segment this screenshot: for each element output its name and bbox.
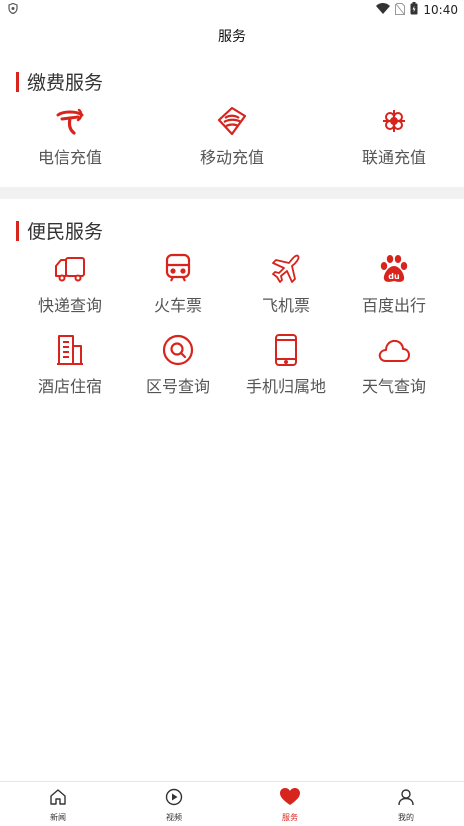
airplane-icon [269,252,303,286]
grid-item-label: 火车票 [153,296,202,315]
page-title-bar: 服务 [0,20,464,52]
grid-item-telecom-recharge[interactable]: 电信充值 [10,104,130,168]
hotel-icon [53,333,87,367]
grid-item-baidu-travel[interactable]: du 百度出行 [334,252,454,316]
baidu-icon: du [377,252,411,286]
grid-item-label: 联通充值 [361,148,426,167]
nav-item-mine[interactable]: 我的 [348,782,464,826]
china-mobile-icon [215,104,249,138]
china-telecom-icon [53,104,87,138]
grid-item-label: 手机归属地 [245,377,326,396]
grid-item-label: 区号查询 [145,377,210,396]
battery-icon [410,2,418,18]
grid-item-label: 电信充值 [37,148,102,167]
section-title: 便民服务 [27,221,104,243]
nav-label: 我的 [398,813,414,822]
section-accent-bar [16,71,19,92]
search-icon [161,333,195,367]
section-divider [0,187,464,199]
status-indicators: 10:40 [376,2,458,18]
section-accent-bar [16,220,19,241]
grid-item-express-query[interactable]: 快递查询 [10,252,130,316]
grid-item-label: 酒店住宿 [37,377,102,396]
grid-item-mobile-recharge[interactable]: 移动充值 [172,104,292,168]
nav-item-news[interactable]: 新闻 [0,782,116,826]
phone-icon [269,333,303,367]
svg-text:du: du [388,272,400,281]
status-time: 10:40 [423,3,458,17]
nav-label: 服务 [282,813,298,822]
grid-item-train-ticket[interactable]: 火车票 [118,252,238,316]
play-icon [165,788,183,810]
shield-icon [8,2,18,17]
nav-item-video[interactable]: 视频 [116,782,232,826]
grid-item-area-code[interactable]: 区号查询 [118,333,238,397]
grid-item-label: 飞机票 [261,296,310,315]
nav-item-service[interactable]: 服务 [232,782,348,826]
grid-item-phone-location[interactable]: 手机归属地 [226,333,346,397]
grid-item-unicom-recharge[interactable]: 联通充值 [334,104,454,168]
grid-item-flight-ticket[interactable]: 飞机票 [226,252,346,316]
heart-icon [280,788,300,810]
nav-label: 视频 [166,813,182,822]
grid-item-weather[interactable]: 天气查询 [334,333,454,397]
truck-icon [53,252,87,286]
wifi-icon [376,3,391,17]
china-unicom-icon [377,104,411,138]
page-title: 服务 [218,29,246,45]
section-title: 缴费服务 [27,72,104,94]
train-icon [161,252,195,286]
home-icon [49,788,67,810]
no-sim-icon [395,2,406,18]
status-bar: 10:40 [0,0,464,20]
grid-item-label: 天气查询 [361,377,426,396]
grid-item-label: 快递查询 [37,296,102,315]
nav-label: 新闻 [50,813,66,822]
user-icon [397,788,415,810]
section-header-convenience: 便民服务 [16,217,103,244]
section-header-payment: 缴费服务 [16,68,103,95]
bottom-nav: 新闻 视频 服务 我的 [0,781,464,826]
cloud-icon [377,333,411,367]
grid-item-hotel[interactable]: 酒店住宿 [10,333,130,397]
grid-item-label: 百度出行 [361,296,426,315]
grid-item-label: 移动充值 [199,148,264,167]
